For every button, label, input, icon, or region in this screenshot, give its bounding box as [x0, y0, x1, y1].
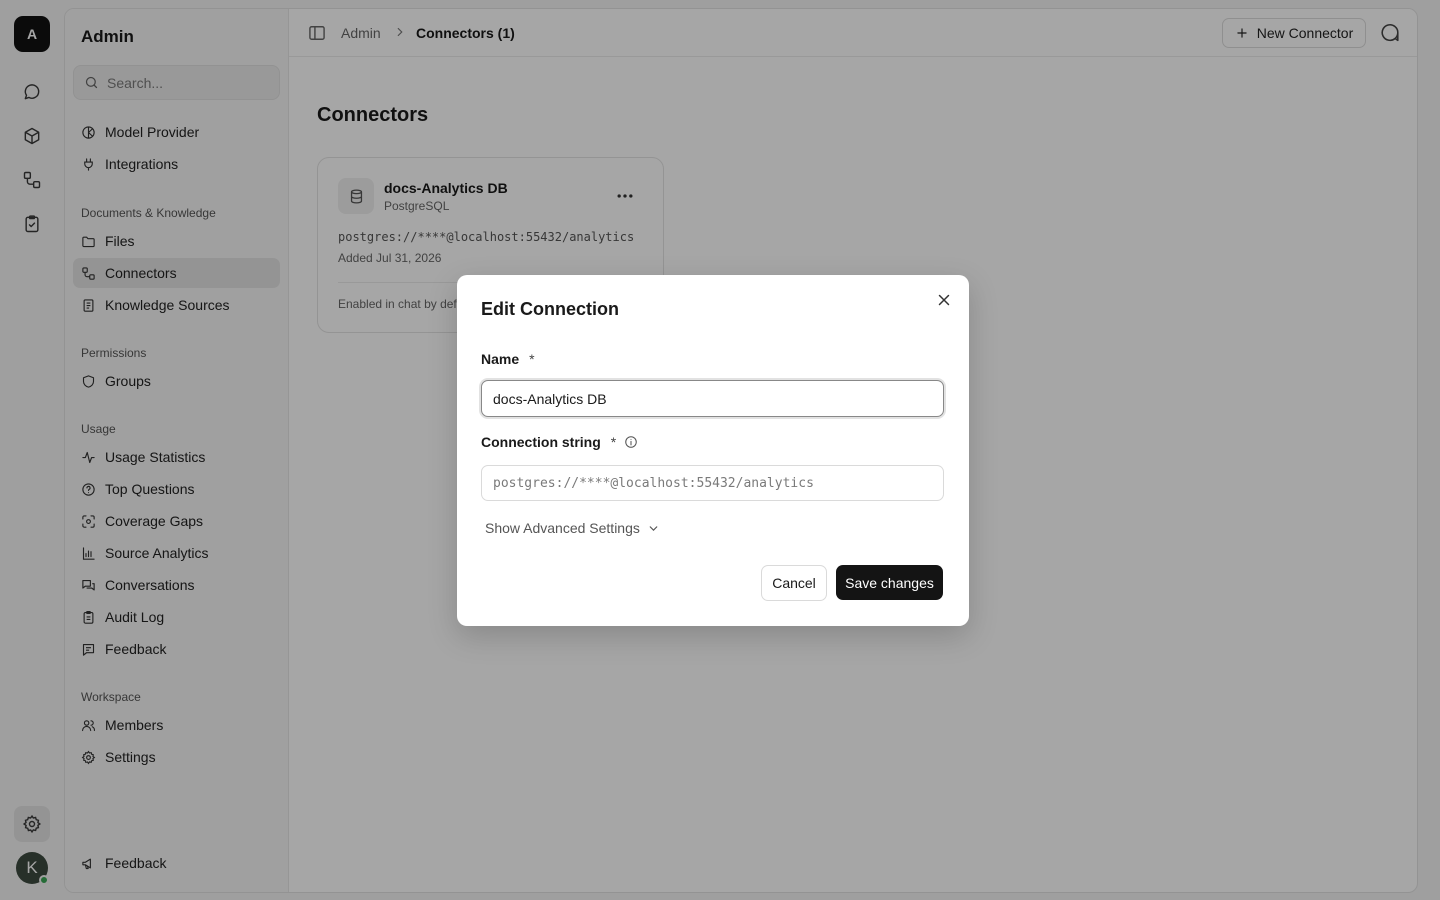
- connection-string-label: Connection string *: [481, 434, 638, 450]
- info-icon[interactable]: [624, 435, 638, 449]
- dialog-title: Edit Connection: [481, 299, 619, 319]
- required-mark: *: [610, 434, 617, 450]
- show-advanced-settings-toggle[interactable]: Show Advanced Settings: [485, 520, 660, 536]
- connection-string-input[interactable]: [481, 465, 944, 501]
- connection-label-text: Connection string: [481, 434, 601, 450]
- name-field-label: Name *: [481, 351, 535, 367]
- close-icon[interactable]: [935, 291, 953, 309]
- advanced-settings-label: Show Advanced Settings: [485, 520, 640, 536]
- name-input[interactable]: [481, 380, 944, 417]
- edit-connection-dialog: Edit Connection Name * Connection string…: [457, 275, 969, 626]
- save-changes-button[interactable]: Save changes: [836, 565, 943, 600]
- chevron-down-icon: [649, 525, 658, 531]
- name-label-text: Name: [481, 351, 520, 367]
- required-mark: *: [529, 351, 535, 367]
- cancel-button[interactable]: Cancel: [761, 565, 827, 601]
